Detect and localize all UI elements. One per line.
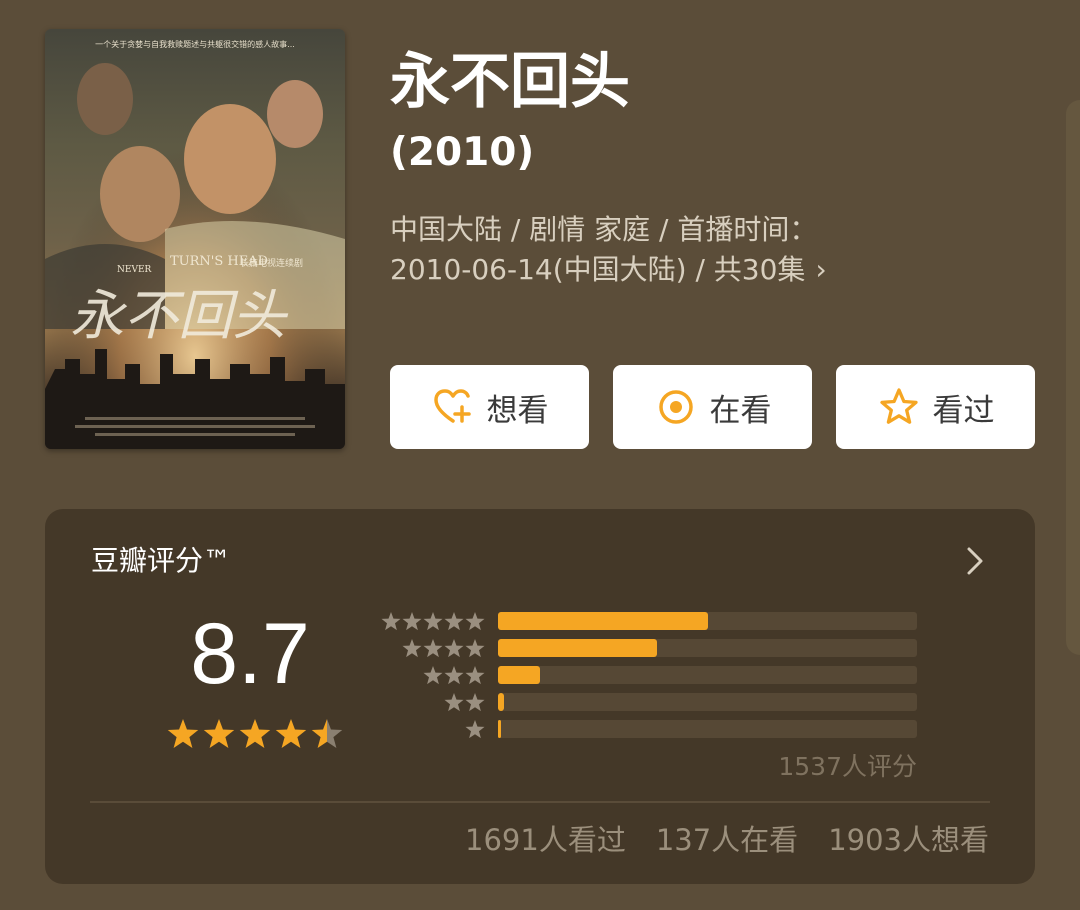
row-star-icon: [444, 612, 464, 631]
watching-button[interactable]: 在看: [613, 365, 812, 449]
poster-calligraphy: 永不回头: [70, 284, 289, 347]
poster-tagline: 一个关于贪婪与自我救赎题述与共躯很交错的感人故事...: [95, 39, 295, 49]
row-star-icon: [444, 639, 464, 658]
stat-watching[interactable]: 137人在看: [656, 823, 798, 857]
distribution-track-1: [498, 720, 917, 738]
want-label: 想看: [486, 392, 549, 429]
score-stars: [165, 717, 345, 753]
row-star-icon: [381, 612, 401, 631]
poster-image[interactable]: 一个关于贪婪与自我救赎题述与共躯很交错的感人故事... NEVER TURN'S…: [45, 29, 345, 449]
meta-line-2-text: 2010-06-14(中国大陆) / 共30集: [390, 253, 806, 286]
watching-label: 在看: [709, 392, 772, 429]
meta-line-1: 中国大陆 / 剧情 家庭 / 首播时间：: [390, 213, 818, 246]
movie-meta[interactable]: 中国大陆 / 剧情 家庭 / 首播时间： 2010-06-14(中国大陆) / …: [390, 210, 827, 290]
row-star-icon: [444, 666, 464, 685]
distribution-track-4: [498, 639, 917, 657]
row-star-icon: [465, 612, 485, 631]
target-circle-icon: [654, 385, 698, 429]
distribution-bar-3: [498, 666, 540, 684]
row-stars-4: [375, 638, 485, 660]
watched-button[interactable]: 看过: [836, 365, 1035, 449]
row-star-icon: [402, 612, 422, 631]
distribution-row-2: [375, 690, 920, 714]
row-stars-5: [375, 611, 485, 633]
movie-year: (2010): [390, 130, 535, 175]
distribution-track-3: [498, 666, 917, 684]
row-star-icon: [444, 693, 464, 712]
stat-seen[interactable]: 1691人看过: [465, 823, 626, 857]
next-card-edge: [1066, 100, 1080, 655]
score-star-icon: [275, 719, 307, 748]
meta-line-2: 2010-06-14(中国大陆) / 共30集 ›: [390, 250, 827, 290]
score-star-icon: [167, 719, 199, 748]
poster-subtitle: 长篇电视连续剧: [240, 257, 303, 269]
score-star-icon: [239, 719, 271, 748]
row-star-icon: [402, 639, 422, 658]
poster-english-prefix: NEVER: [117, 265, 152, 275]
row-star-icon: [465, 693, 485, 712]
distribution-row-1: [375, 717, 920, 741]
score-star-icon: [203, 719, 235, 748]
row-star-icon: [423, 612, 443, 631]
row-stars-3: [375, 665, 485, 687]
heart-plus-icon: [431, 385, 475, 429]
distribution-row-3: [375, 663, 920, 687]
row-star-icon: [423, 666, 443, 685]
distribution-bar-2: [498, 693, 504, 711]
divider: [90, 801, 990, 803]
chevron-right-icon: ›: [815, 253, 827, 286]
rating-score: 8.7: [190, 606, 310, 702]
distribution-bar-1: [498, 720, 501, 738]
rating-count: 1537人评分: [778, 752, 917, 781]
distribution-bar-5: [498, 612, 708, 630]
row-star-icon: [465, 639, 485, 658]
score-star-icon: [311, 719, 343, 748]
distribution-row-4: [375, 636, 920, 660]
watched-label: 看过: [932, 392, 995, 429]
want-to-watch-button[interactable]: 想看: [390, 365, 589, 449]
watch-stats: 1691人看过 137人在看 1903人想看: [435, 819, 989, 861]
row-star-icon: [465, 666, 485, 685]
distribution-track-2: [498, 693, 917, 711]
row-stars-1: [375, 719, 485, 741]
rating-card[interactable]: 豆瓣评分™ 8.7 1537人评分 1691人看过 137人在看 1903人想看: [45, 509, 1035, 884]
chevron-right-icon[interactable]: [963, 543, 987, 579]
movie-title: 永不回头: [390, 47, 630, 117]
distribution-bar-4: [498, 639, 657, 657]
row-stars-2: [375, 692, 485, 714]
star-outline-icon: [877, 385, 921, 429]
rating-title: 豆瓣评分™: [91, 544, 232, 577]
stat-want[interactable]: 1903人想看: [828, 823, 989, 857]
row-star-icon: [423, 639, 443, 658]
distribution-row-5: [375, 609, 920, 633]
distribution-track-5: [498, 612, 917, 630]
row-star-icon: [465, 720, 485, 739]
